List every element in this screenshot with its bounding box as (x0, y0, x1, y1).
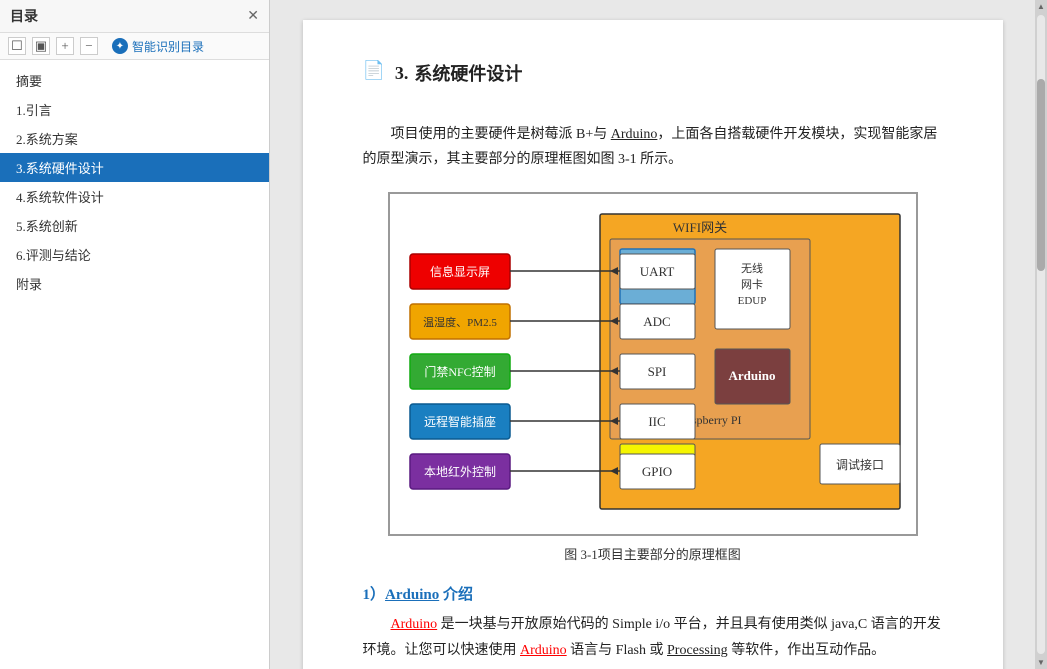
section-heading: 系统硬件设计 (414, 60, 522, 86)
right-scrollbar[interactable]: ▲ ▼ (1035, 0, 1047, 669)
paragraph-2: Arduino 是一块基与开放原始代码的 Simple i/o 平台，并且具有使… (363, 612, 943, 662)
processing-ref: Processing (667, 643, 728, 658)
uart-box: UART (639, 264, 674, 279)
wifi-label: WIFI网关 (672, 220, 726, 235)
smart-toc-icon: ✦ (112, 38, 128, 54)
toc-item-innovation[interactable]: 5.系统创新 (0, 211, 269, 240)
subsection-rest: 介绍 (439, 587, 473, 603)
debug-label: 调试接口 (835, 457, 883, 472)
diagram-wrapper: WIFI网关 Raspberry PI Python 无线 网卡 EDUP (363, 192, 943, 563)
toolbar-icon-minus[interactable]: − (80, 37, 98, 55)
toc-item-software[interactable]: 4.系统软件设计 (0, 182, 269, 211)
arduino-ref-2: Arduino (520, 643, 567, 658)
wireless-line3: EDUP (737, 295, 766, 307)
paragraph-1: 项目使用的主要硬件是树莓派 B+与 Arduino，上面各自搭载硬件开发模块，实… (363, 122, 943, 172)
arduino-label: Arduino (728, 368, 775, 383)
sidebar: 目录 ✕ ☐ ▣ + − ✦ 智能识别目录 摘要1.引言2.系统方案3.系统硬件… (0, 0, 270, 669)
main-area: 📄 3. 系统硬件设计 项目使用的主要硬件是树莓派 B+与 Arduino，上面… (270, 0, 1035, 669)
scroll-track (1037, 15, 1045, 654)
arduino-ref-1: Arduino (391, 617, 438, 632)
wireless-line2: 网卡 (741, 278, 763, 291)
section-number: 3. (395, 63, 409, 84)
subsection-title: 1）Arduino 介绍 (363, 583, 943, 604)
page-icon: 📄 (363, 60, 385, 81)
toc-item-appendix[interactable]: 附录 (0, 269, 269, 298)
toolbar-icon-plus[interactable]: + (56, 37, 74, 55)
smart-toc-button[interactable]: ✦ 智能识别目录 (112, 38, 204, 55)
toolbar-icon-check[interactable]: ☐ (8, 37, 26, 55)
temp-humidity-box: 温湿度、PM2.5 (423, 315, 497, 329)
sidebar-toolbar: ☐ ▣ + − ✦ 智能识别目录 (0, 33, 269, 60)
toc-item-evaluation[interactable]: 6.评测与结论 (0, 240, 269, 269)
scroll-thumb (1037, 79, 1045, 271)
remote-socket-box: 远程智能插座 (423, 414, 495, 429)
subsection-prefix: 1） (363, 587, 386, 603)
sidebar-close-button[interactable]: ✕ (247, 8, 259, 25)
iic-box: IIC (648, 414, 665, 429)
toc-list: 摘要1.引言2.系统方案3.系统硬件设计4.系统软件设计5.系统创新6.评测与结… (0, 60, 269, 669)
adc-box: ADC (643, 314, 670, 329)
toc-item-abstract[interactable]: 摘要 (0, 66, 269, 95)
diagram-caption: 图 3-1项目主要部分的原理框图 (564, 544, 741, 563)
page-container[interactable]: 📄 3. 系统硬件设计 项目使用的主要硬件是树莓派 B+与 Arduino，上面… (270, 0, 1035, 669)
scroll-up-arrow[interactable]: ▲ (1037, 2, 1045, 11)
smart-toc-label: 智能识别目录 (132, 38, 204, 55)
toolbar-icon-square[interactable]: ▣ (32, 37, 50, 55)
section-title: 3. 系统硬件设计 (395, 60, 523, 86)
local-ir-box: 本地红外控制 (423, 464, 495, 479)
info-display-box: 信息显示屏 (429, 264, 489, 279)
diagram-svg: WIFI网关 Raspberry PI Python 无线 网卡 EDUP (400, 204, 910, 524)
spi-box: SPI (647, 364, 666, 379)
diagram: WIFI网关 Raspberry PI Python 无线 网卡 EDUP (388, 192, 918, 536)
toc-item-hardware[interactable]: 3.系统硬件设计 (0, 153, 269, 182)
subsection-heading: Arduino (385, 587, 439, 603)
gpio-box: GPIO (641, 464, 671, 479)
door-nfc-box: 门禁NFC控制 (424, 364, 495, 379)
sidebar-title: 目录 (10, 6, 38, 26)
sidebar-header: 目录 ✕ (0, 0, 269, 33)
page-content: 📄 3. 系统硬件设计 项目使用的主要硬件是树莓派 B+与 Arduino，上面… (303, 20, 1003, 669)
scroll-down-arrow[interactable]: ▼ (1037, 658, 1045, 667)
toc-item-intro[interactable]: 1.引言 (0, 95, 269, 124)
toc-item-system[interactable]: 2.系统方案 (0, 124, 269, 153)
wireless-line1: 无线 (741, 261, 763, 275)
